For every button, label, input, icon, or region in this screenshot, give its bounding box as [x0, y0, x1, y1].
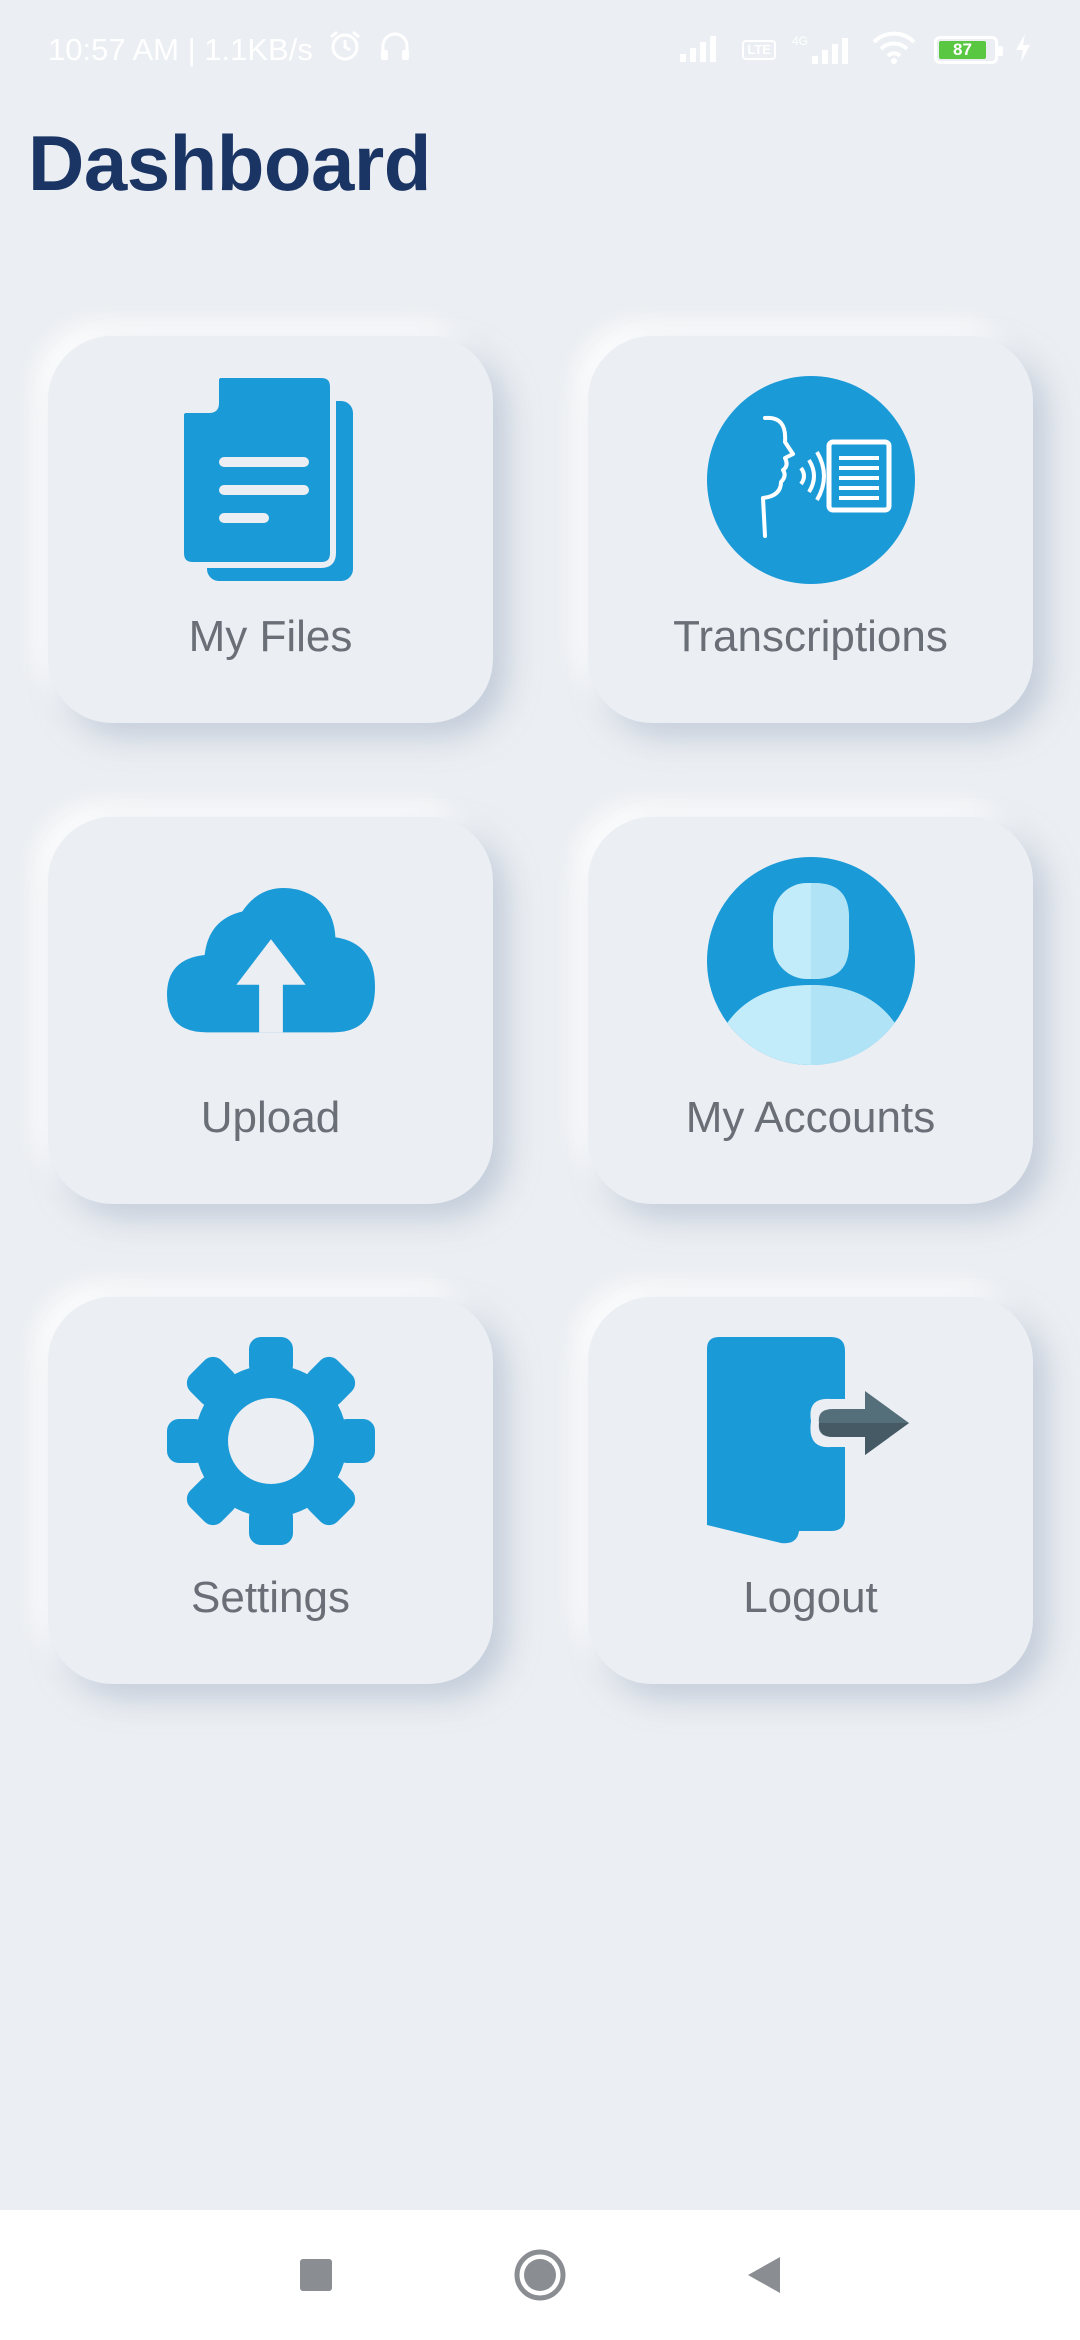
lte-badge: LTE — [742, 40, 776, 60]
alarm-icon — [327, 28, 363, 72]
tile-label: My Accounts — [685, 1093, 936, 1142]
signal-4g-icon: 4G — [792, 34, 854, 66]
tile-label: Settings — [191, 1573, 350, 1622]
recents-button[interactable] — [284, 2243, 348, 2307]
cloud-upload-icon — [166, 857, 375, 1065]
my-accounts-tile[interactable]: My Accounts — [588, 817, 1033, 1204]
gear-icon — [166, 1337, 375, 1545]
logout-icon — [706, 1337, 915, 1545]
upload-tile[interactable]: Upload — [48, 817, 493, 1204]
back-triangle-icon — [748, 2257, 780, 2293]
tile-label: My Files — [188, 612, 353, 661]
signal-icon — [678, 32, 726, 69]
wifi-icon — [870, 30, 918, 71]
tile-label: Upload — [200, 1093, 341, 1142]
charging-icon — [1014, 33, 1032, 68]
settings-tile[interactable]: Settings — [48, 1297, 493, 1684]
home-button[interactable] — [508, 2243, 572, 2307]
status-bar: 10:57 AM | 1.1KB/s LTE 4G 87 — [0, 0, 1080, 100]
back-button[interactable] — [732, 2243, 796, 2307]
status-left: 10:57 AM | 1.1KB/s — [48, 28, 413, 72]
my-files-tile[interactable]: My Files — [48, 336, 493, 723]
battery-level: 87 — [939, 40, 986, 59]
navigation-bar — [0, 2210, 1080, 2340]
page-title: Dashboard — [28, 119, 431, 207]
network-type-label: 4G — [791, 34, 808, 48]
circle-icon — [514, 2249, 566, 2301]
status-right: LTE 4G 87 — [678, 30, 1032, 71]
user-icon — [706, 857, 915, 1065]
transcriptions-tile[interactable]: Transcriptions — [588, 336, 1033, 723]
square-icon — [300, 2259, 332, 2291]
status-time: 10:57 AM | 1.1KB/s — [48, 32, 313, 67]
logout-tile[interactable]: Logout — [588, 1297, 1033, 1684]
headphones-icon — [377, 28, 413, 72]
tile-label: Transcriptions — [673, 612, 948, 661]
tile-label: Logout — [743, 1573, 878, 1622]
battery-icon: 87 — [934, 36, 1003, 64]
speech-to-text-icon — [706, 376, 915, 584]
documents-icon — [167, 375, 375, 584]
